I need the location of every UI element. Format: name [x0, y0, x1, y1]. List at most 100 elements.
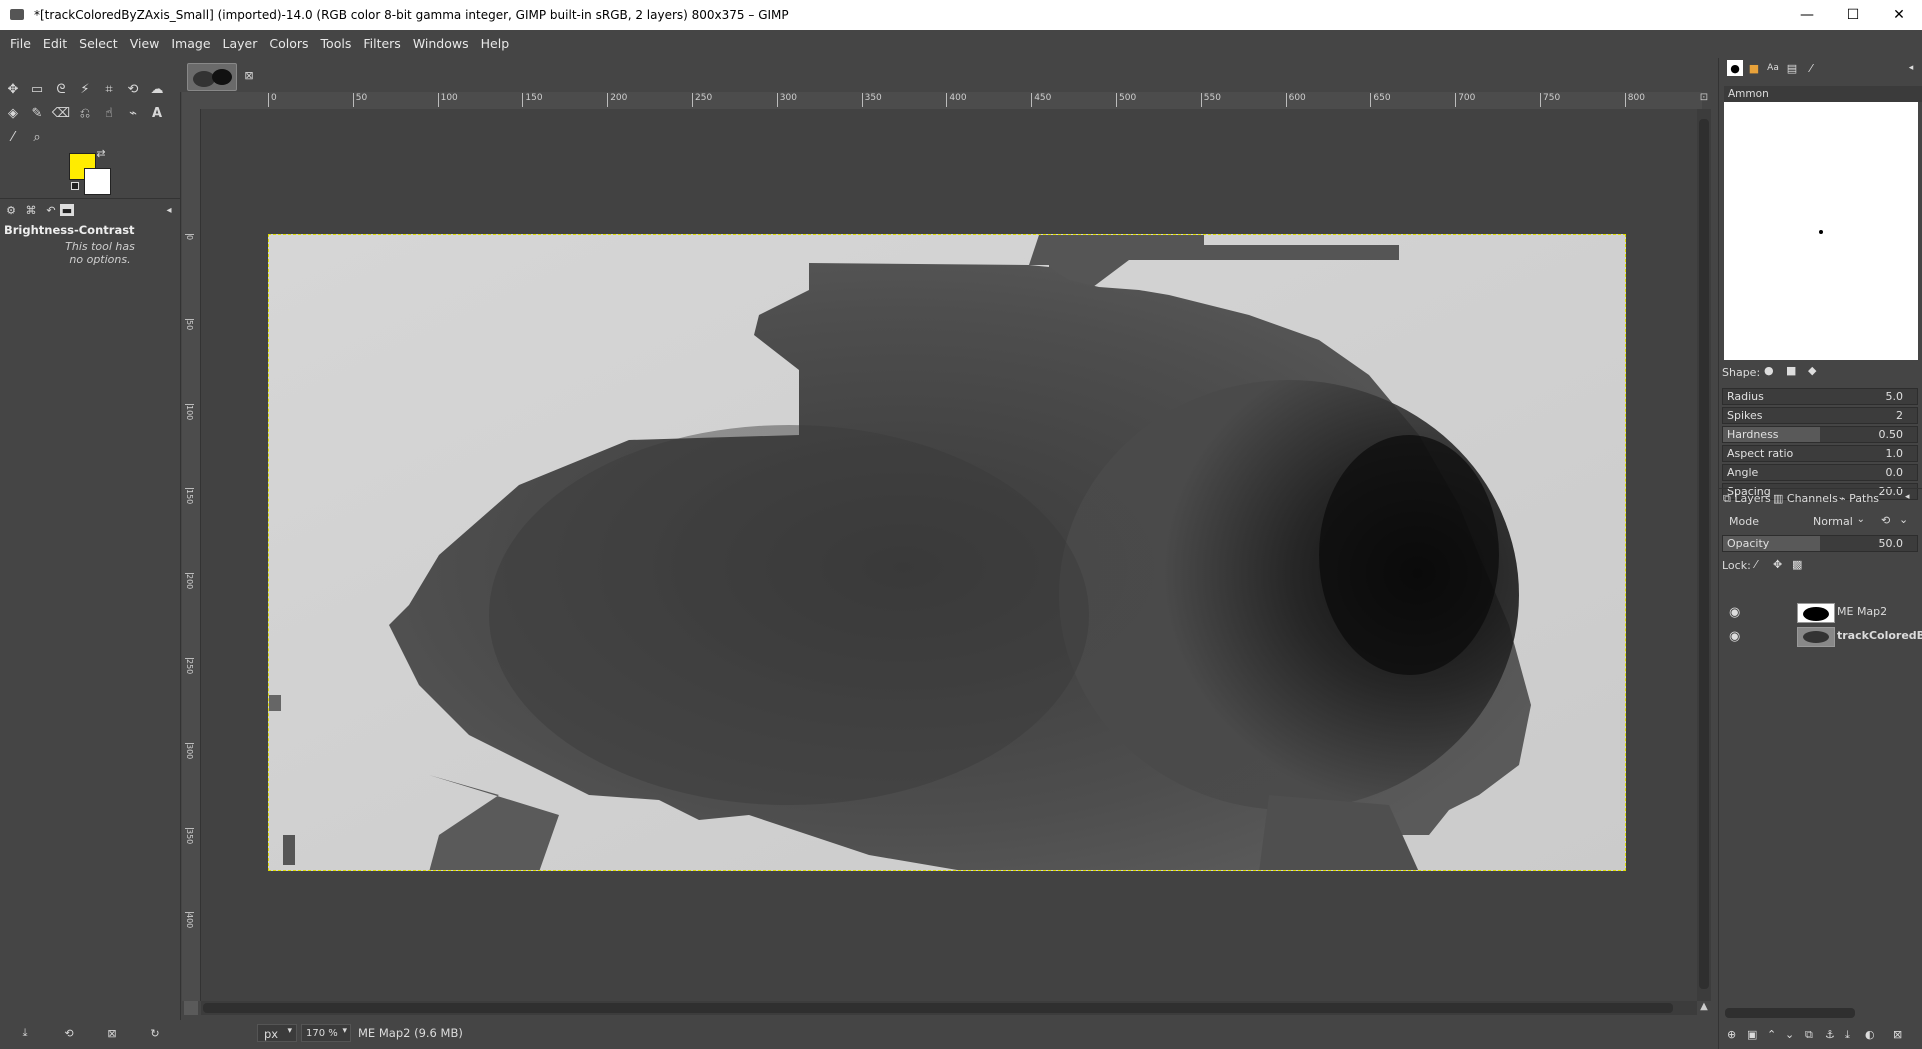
menu-filters[interactable]: Filters: [357, 30, 406, 58]
menu-select[interactable]: Select: [73, 30, 124, 58]
horizontal-scrollbar-thumb[interactable]: [203, 1003, 1673, 1013]
images-tab-icon[interactable]: ▬: [60, 204, 74, 217]
diamond-shape-icon[interactable]: ◆: [1808, 364, 1816, 377]
menu-view[interactable]: View: [124, 30, 166, 58]
patterns-tab-icon[interactable]: ■: [1746, 60, 1762, 76]
crop-tool-icon[interactable]: ⌗: [98, 78, 120, 100]
close-image-tab-icon[interactable]: ⊠: [238, 64, 260, 86]
tab-layers[interactable]: ⧉ Layers: [1723, 492, 1771, 506]
move-tool-icon[interactable]: ✥: [2, 78, 24, 100]
device-status-tab-icon[interactable]: ⌘: [20, 199, 42, 221]
tool-options-tab-icon[interactable]: ⚙: [0, 199, 22, 221]
opacity-slider[interactable]: Opacity 50.0: [1722, 535, 1918, 552]
horizontal-scrollbar[interactable]: [201, 1001, 1697, 1015]
eraser-tool-icon[interactable]: ⌫: [50, 102, 72, 124]
canvas-area[interactable]: [201, 109, 1697, 1001]
menu-help[interactable]: Help: [475, 30, 516, 58]
undo-history-tab-icon[interactable]: ↶: [40, 199, 62, 221]
restore-preset-icon[interactable]: ⟲: [58, 1022, 80, 1044]
raise-layer-icon[interactable]: ⌃: [1767, 1028, 1776, 1041]
new-layer-icon[interactable]: ⊕: [1727, 1028, 1736, 1041]
horizontal-ruler[interactable]: 0 50 100 150 200 250 300 350 400 450 500 550 600 650 7…: [200, 92, 1702, 110]
background-color-swatch[interactable]: [84, 168, 111, 195]
lock-pixels-icon[interactable]: ⁄: [1755, 558, 1757, 571]
lower-layer-icon[interactable]: ⌄: [1785, 1028, 1794, 1041]
dock-menu-icon[interactable]: ◂: [1903, 60, 1919, 76]
default-colors-icon[interactable]: [71, 182, 79, 190]
lock-position-icon[interactable]: ✥: [1773, 558, 1782, 571]
image-canvas[interactable]: [268, 234, 1626, 871]
fonts-tab-icon[interactable]: Aa: [1765, 60, 1781, 76]
lock-alpha-icon[interactable]: ▩: [1792, 558, 1802, 571]
new-layer-group-icon[interactable]: ▣: [1747, 1028, 1757, 1041]
close-button[interactable]: ✕: [1876, 0, 1922, 30]
visibility-eye-icon[interactable]: ◉: [1729, 629, 1740, 644]
circle-shape-icon[interactable]: ●: [1764, 364, 1774, 377]
text-tool-icon[interactable]: A: [146, 102, 168, 124]
unit-select[interactable]: px ▾: [257, 1024, 297, 1042]
smudge-tool-icon[interactable]: ☝: [98, 102, 120, 124]
menu-layer[interactable]: Layer: [217, 30, 264, 58]
image-tab-thumbnail[interactable]: [187, 63, 237, 91]
tab-menu-icon[interactable]: ◂: [1905, 492, 1910, 502]
maximize-button[interactable]: ☐: [1830, 0, 1876, 30]
menu-edit[interactable]: Edit: [37, 30, 73, 58]
square-shape-icon[interactable]: ■: [1786, 364, 1796, 377]
add-mask-icon[interactable]: ◐: [1865, 1028, 1875, 1041]
duplicate-layer-icon[interactable]: ⧉: [1805, 1028, 1813, 1042]
menu-windows[interactable]: Windows: [407, 30, 475, 58]
merge-down-icon[interactable]: ⤓: [1845, 1028, 1850, 1042]
minimize-button[interactable]: —: [1784, 0, 1830, 30]
save-tool-preset-icon[interactable]: ⤓: [14, 1022, 36, 1044]
chevron-down-icon[interactable]: ⌄: [1899, 513, 1908, 526]
layers-scrollbar-thumb[interactable]: [1725, 1008, 1855, 1018]
bucket-fill-tool-icon[interactable]: ◈: [2, 102, 24, 124]
paint-dynamics-tab-icon[interactable]: ⁄: [1803, 60, 1819, 76]
visibility-eye-icon[interactable]: ◉: [1729, 605, 1740, 620]
layer-name[interactable]: trackColoredB: [1837, 629, 1922, 642]
lasso-tool-icon[interactable]: ᘓ: [50, 78, 72, 100]
brush-slider-aspect-ratio[interactable]: Aspect ratio 1.0: [1722, 445, 1918, 462]
documents-tab-icon[interactable]: ▤: [1784, 60, 1800, 76]
menu-tools[interactable]: Tools: [315, 30, 358, 58]
navigate-icon[interactable]: ▲: [1697, 1001, 1711, 1015]
quick-mask-toggle[interactable]: [184, 1001, 198, 1015]
brush-preview[interactable]: [1724, 102, 1918, 360]
vertical-scrollbar[interactable]: [1697, 109, 1711, 1001]
anchor-layer-icon[interactable]: ⚓: [1825, 1028, 1835, 1041]
brush-slider-spikes[interactable]: Spikes 2: [1722, 407, 1918, 424]
brush-slider-angle[interactable]: Angle 0.0: [1722, 464, 1918, 481]
menu-file[interactable]: File: [0, 30, 37, 58]
color-picker-tool-icon[interactable]: ⁄: [2, 126, 24, 148]
tab-menu-icon[interactable]: ◂: [158, 199, 180, 221]
zoom-follow-icon[interactable]: ⊡: [1697, 92, 1711, 109]
delete-preset-icon[interactable]: ⊠: [101, 1022, 123, 1044]
brushes-tab-icon[interactable]: ●: [1727, 60, 1743, 76]
clone-tool-icon[interactable]: ⎌: [74, 102, 96, 124]
warp-tool-icon[interactable]: ☁: [146, 78, 168, 100]
fuzzy-select-tool-icon[interactable]: ⚡: [74, 78, 96, 100]
ruler-corner[interactable]: [182, 92, 200, 109]
vertical-scrollbar-thumb[interactable]: [1699, 119, 1709, 989]
paths-tool-icon[interactable]: ⌁: [122, 102, 144, 124]
paintbrush-tool-icon[interactable]: ✎: [26, 102, 48, 124]
mode-reset-icon[interactable]: ⟲: [1881, 514, 1890, 527]
layer-name[interactable]: ME Map2: [1837, 605, 1887, 618]
rect-select-tool-icon[interactable]: ▭: [26, 78, 48, 100]
mode-select[interactable]: Normal ⌄: [1809, 511, 1869, 531]
delete-layer-icon[interactable]: ⊠: [1893, 1028, 1902, 1041]
reset-options-icon[interactable]: ↻: [144, 1022, 166, 1044]
zoom-tool-icon[interactable]: ⌕: [26, 126, 48, 148]
tab-paths[interactable]: ⌁ Paths: [1839, 492, 1879, 505]
brush-slider-hardness[interactable]: Hardness 0.50: [1722, 426, 1918, 443]
vertical-ruler[interactable]: 0 50 100 150 200 250 300 350 400: [182, 109, 201, 1001]
transform-tool-icon[interactable]: ⟲: [122, 78, 144, 100]
menu-image[interactable]: Image: [165, 30, 216, 58]
menu-colors[interactable]: Colors: [263, 30, 314, 58]
layer-row[interactable]: ◉ trackColoredB: [1719, 624, 1922, 648]
swap-colors-icon[interactable]: ⇄: [94, 146, 108, 160]
layer-row[interactable]: ◉ ME Map2: [1719, 600, 1922, 624]
tab-channels[interactable]: ▥ Channels: [1773, 492, 1838, 505]
brush-slider-radius[interactable]: Radius 5.0: [1722, 388, 1918, 405]
zoom-select[interactable]: 170 % ▾: [301, 1024, 351, 1042]
